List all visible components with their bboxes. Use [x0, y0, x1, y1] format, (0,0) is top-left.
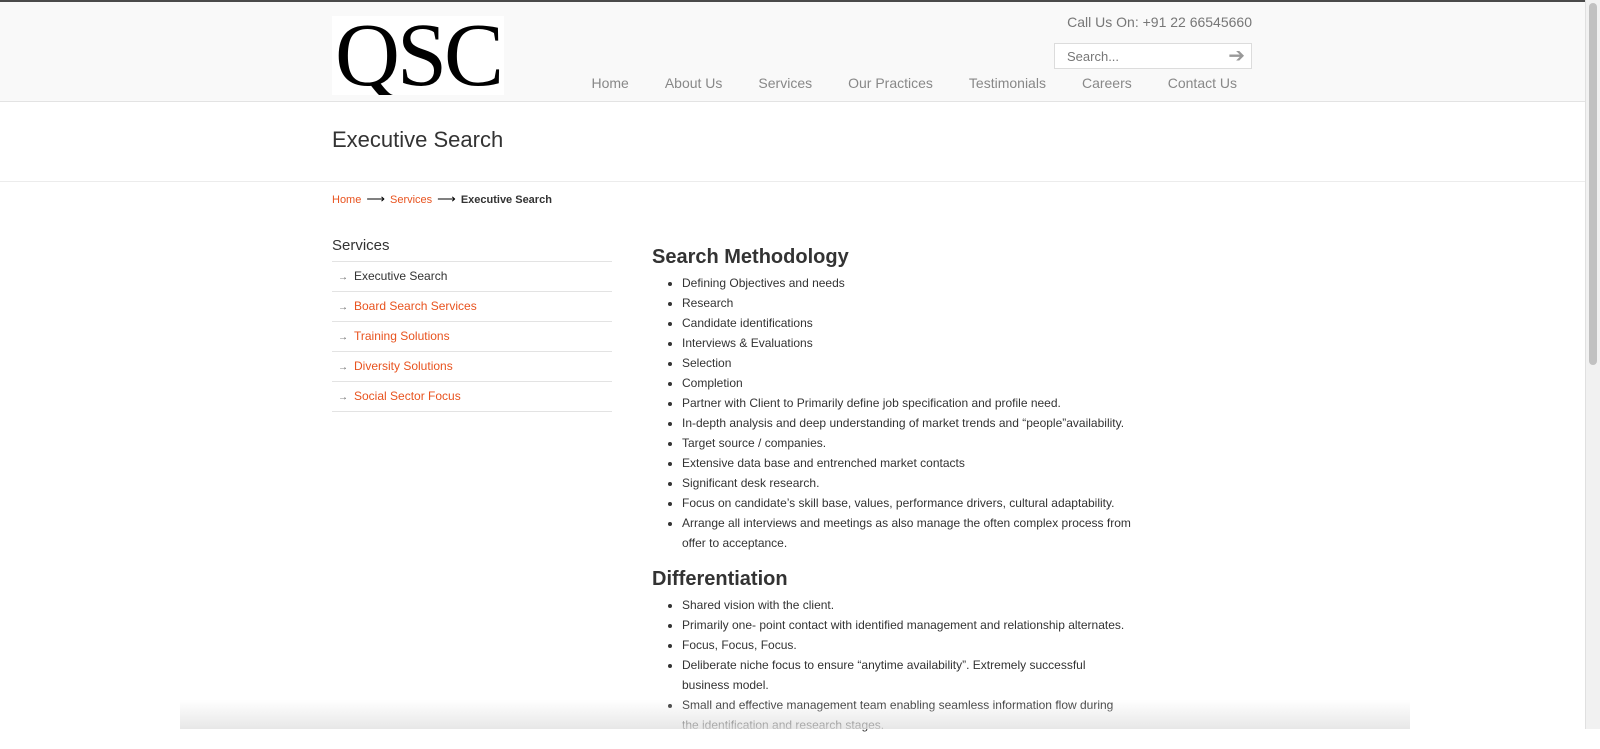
- list-item: Completion: [682, 373, 1132, 393]
- sidebar-item-executive-search[interactable]: → Executive Search: [332, 262, 612, 292]
- scrollbar-thumb[interactable]: [1589, 3, 1597, 365]
- search-input[interactable]: [1055, 44, 1227, 68]
- list-item: Candidate identifications: [682, 313, 1132, 333]
- breadcrumb-home[interactable]: Home: [332, 194, 361, 206]
- sidebar-item-label: Diversity Solutions: [354, 359, 453, 373]
- nav-our-practices[interactable]: Our Practices: [848, 75, 933, 91]
- sidebar-item-training-solutions[interactable]: → Training Solutions: [332, 322, 612, 352]
- list-item: Primarily one- point contact with identi…: [682, 615, 1132, 635]
- sidebar-item-social-sector-focus[interactable]: → Social Sector Focus: [332, 382, 612, 412]
- list-item: In-depth analysis and deep understanding…: [682, 413, 1132, 433]
- site-header: QSC Call Us On: +91 22 66545660 ➔ Home A…: [0, 2, 1585, 102]
- qsc-logo[interactable]: QSC: [332, 16, 504, 95]
- list-item: Defining Objectives and needs: [682, 273, 1132, 293]
- nav-services[interactable]: Services: [758, 75, 812, 91]
- list-item: Significant desk research.: [682, 473, 1132, 493]
- sidebar-item-board-search-services[interactable]: → Board Search Services: [332, 292, 612, 322]
- list-item: Deliberate niche focus to ensure “anytim…: [682, 655, 1132, 695]
- arrow-right-icon[interactable]: ➔: [1228, 45, 1245, 67]
- sidebar-title: Services: [332, 237, 612, 262]
- section-heading-differentiation: Differentiation: [652, 568, 788, 590]
- services-sidebar: Services → Executive Search → Board Search…: [332, 237, 612, 412]
- list-item: Focus, Focus, Focus.: [682, 635, 1132, 655]
- nav-careers[interactable]: Careers: [1082, 75, 1132, 91]
- breadcrumb-separator: ⟶: [437, 191, 456, 206]
- list-item: Partner with Client to Primarily define …: [682, 393, 1132, 413]
- search-box: ➔: [1054, 43, 1252, 69]
- methodology-list: Defining Objectives and needs Research C…: [652, 273, 1132, 553]
- nav-testimonials[interactable]: Testimonials: [969, 75, 1046, 91]
- title-band: Executive Search: [0, 101, 1585, 182]
- section-heading-methodology: Search Methodology: [652, 246, 849, 268]
- main-content: Search Methodology Defining Objectives a…: [652, 245, 1132, 749]
- list-item: Extensive data base and entrenched marke…: [682, 453, 1132, 473]
- nav-about-us[interactable]: About Us: [665, 75, 723, 91]
- breadcrumb-separator: ⟶: [366, 191, 385, 206]
- arrow-right-icon: →: [338, 392, 348, 403]
- list-item: Selection: [682, 353, 1132, 373]
- sidebar-item-label: Executive Search: [354, 269, 448, 283]
- list-item: Research: [682, 293, 1132, 313]
- breadcrumb: Home ⟶ Services ⟶ Executive Search: [332, 191, 552, 207]
- sidebar-item-label: Training Solutions: [354, 329, 450, 343]
- list-item: Arrange all interviews and meetings as a…: [682, 513, 1132, 553]
- breadcrumb-services[interactable]: Services: [390, 194, 432, 206]
- vertical-scrollbar[interactable]: [1585, 0, 1600, 729]
- sidebar-item-diversity-solutions[interactable]: → Diversity Solutions: [332, 352, 612, 382]
- list-item: Shared vision with the client.: [682, 595, 1132, 615]
- page-title: Executive Search: [332, 127, 504, 152]
- nav-home[interactable]: Home: [591, 75, 628, 91]
- list-item: Interviews & Evaluations: [682, 333, 1132, 353]
- list-item: Focus on candidate’s skill base, values,…: [682, 493, 1132, 513]
- arrow-right-icon: →: [338, 302, 348, 313]
- sidebar-item-label: Board Search Services: [354, 299, 477, 313]
- arrow-right-icon: →: [338, 362, 348, 373]
- arrow-right-icon: →: [338, 332, 348, 343]
- phone-contact: Call Us On: +91 22 66545660: [1067, 14, 1252, 30]
- bottom-shadow: [180, 700, 1410, 729]
- list-item: Target source / companies.: [682, 433, 1132, 453]
- main-nav: Home About Us Services Our Practices Tes…: [591, 75, 1237, 91]
- nav-contact-us[interactable]: Contact Us: [1168, 75, 1237, 91]
- sidebar-item-label: Social Sector Focus: [354, 389, 461, 403]
- breadcrumb-current: Executive Search: [460, 194, 552, 206]
- arrow-right-icon: →: [338, 272, 348, 283]
